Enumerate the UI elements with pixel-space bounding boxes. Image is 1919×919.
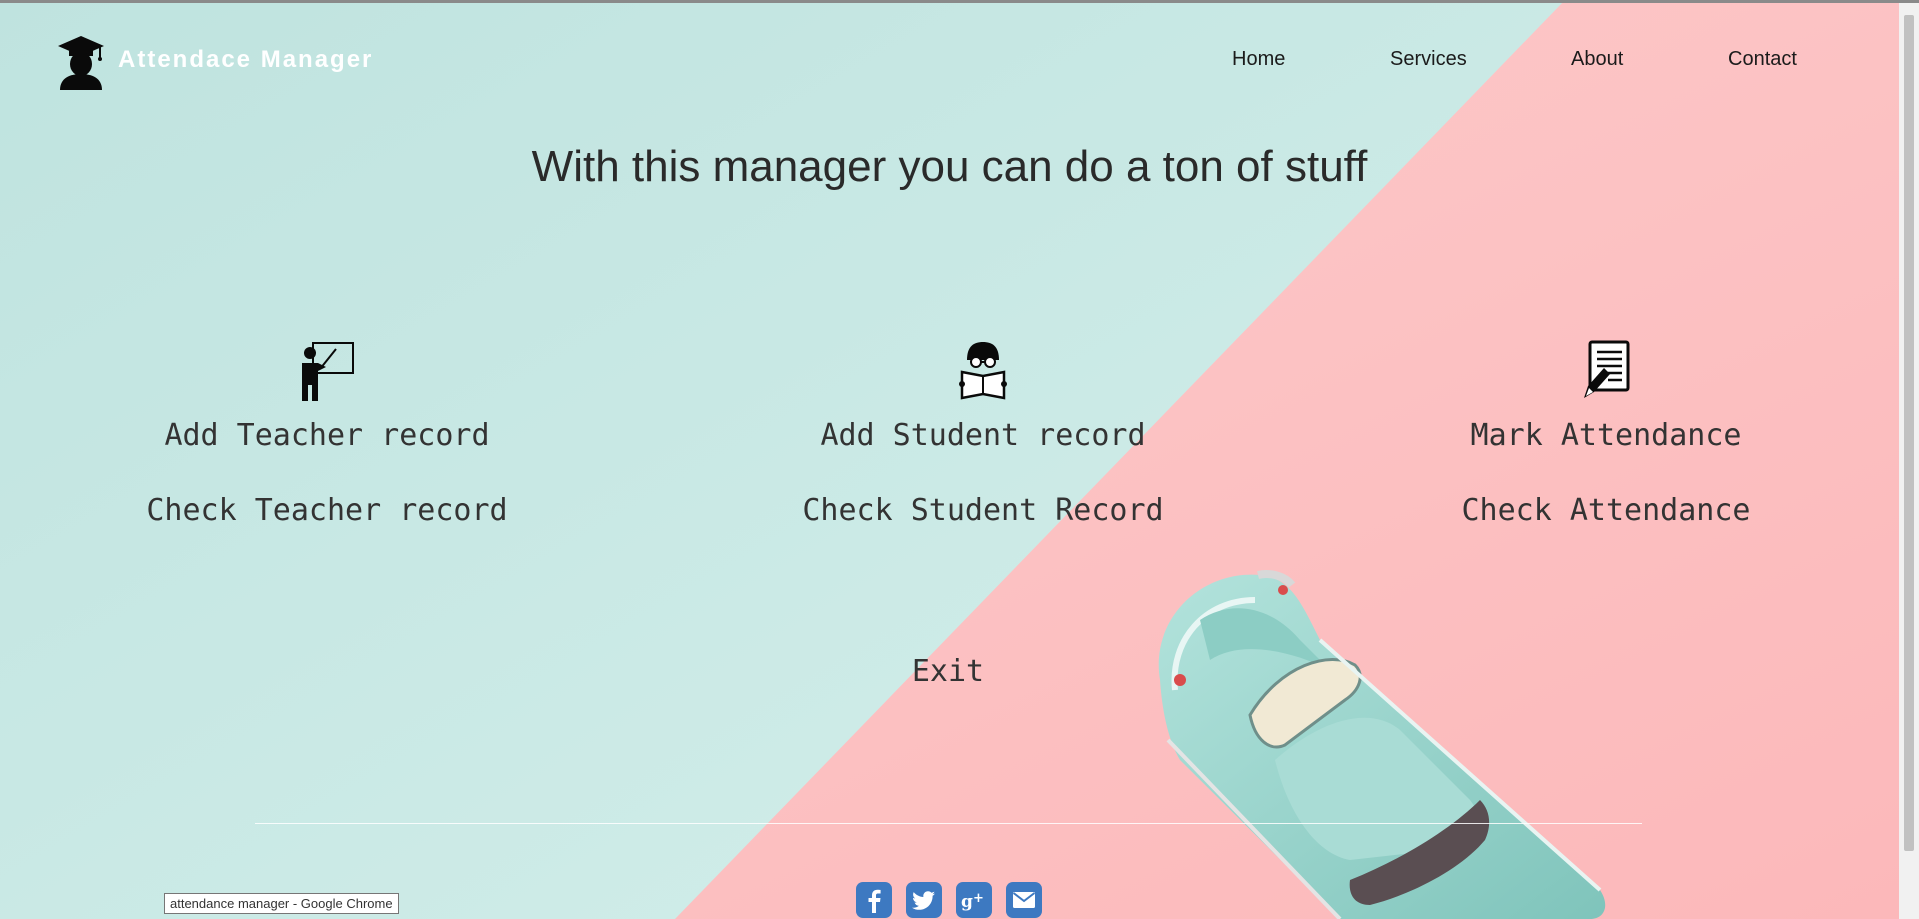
nav-about[interactable]: About	[1571, 48, 1623, 71]
add-student-record-link[interactable]: Add Student record	[683, 418, 1283, 453]
page: Attendace Manager Home Services About Co…	[0, 0, 1919, 919]
scrollbar-thumb[interactable]	[1904, 15, 1914, 851]
check-attendance-link[interactable]: Check Attendance	[1306, 493, 1906, 528]
teacher-icon	[302, 342, 354, 401]
exit-link[interactable]: Exit	[648, 654, 1248, 689]
graduate-logo-icon	[58, 36, 104, 90]
svg-text:+: +	[973, 891, 984, 906]
facebook-icon[interactable]	[856, 882, 892, 918]
footer-divider	[255, 823, 1642, 824]
attendance-sheet-icon	[1584, 340, 1630, 398]
nav-home[interactable]: Home	[1232, 48, 1285, 71]
window-tooltip: attendance manager - Google Chrome	[164, 893, 399, 914]
brand-title[interactable]: Attendace Manager	[118, 46, 373, 74]
background-image	[0, 0, 1919, 919]
twitter-icon[interactable]	[906, 882, 942, 918]
page-headline: With this manager you can do a ton of st…	[531, 142, 1368, 191]
student-reading-icon	[959, 342, 1007, 400]
nav-contact[interactable]: Contact	[1728, 48, 1797, 71]
google-plus-icon[interactable]: g +	[956, 882, 992, 918]
nav-services[interactable]: Services	[1390, 48, 1467, 71]
svg-text:g: g	[961, 892, 973, 912]
window-top-border	[0, 0, 1919, 3]
mark-attendance-link[interactable]: Mark Attendance	[1306, 418, 1906, 453]
vertical-scrollbar[interactable]	[1899, 3, 1919, 919]
add-teacher-record-link[interactable]: Add Teacher record	[27, 418, 627, 453]
check-teacher-record-link[interactable]: Check Teacher record	[27, 493, 627, 528]
mail-icon[interactable]	[1006, 882, 1042, 918]
check-student-record-link[interactable]: Check Student Record	[683, 493, 1283, 528]
